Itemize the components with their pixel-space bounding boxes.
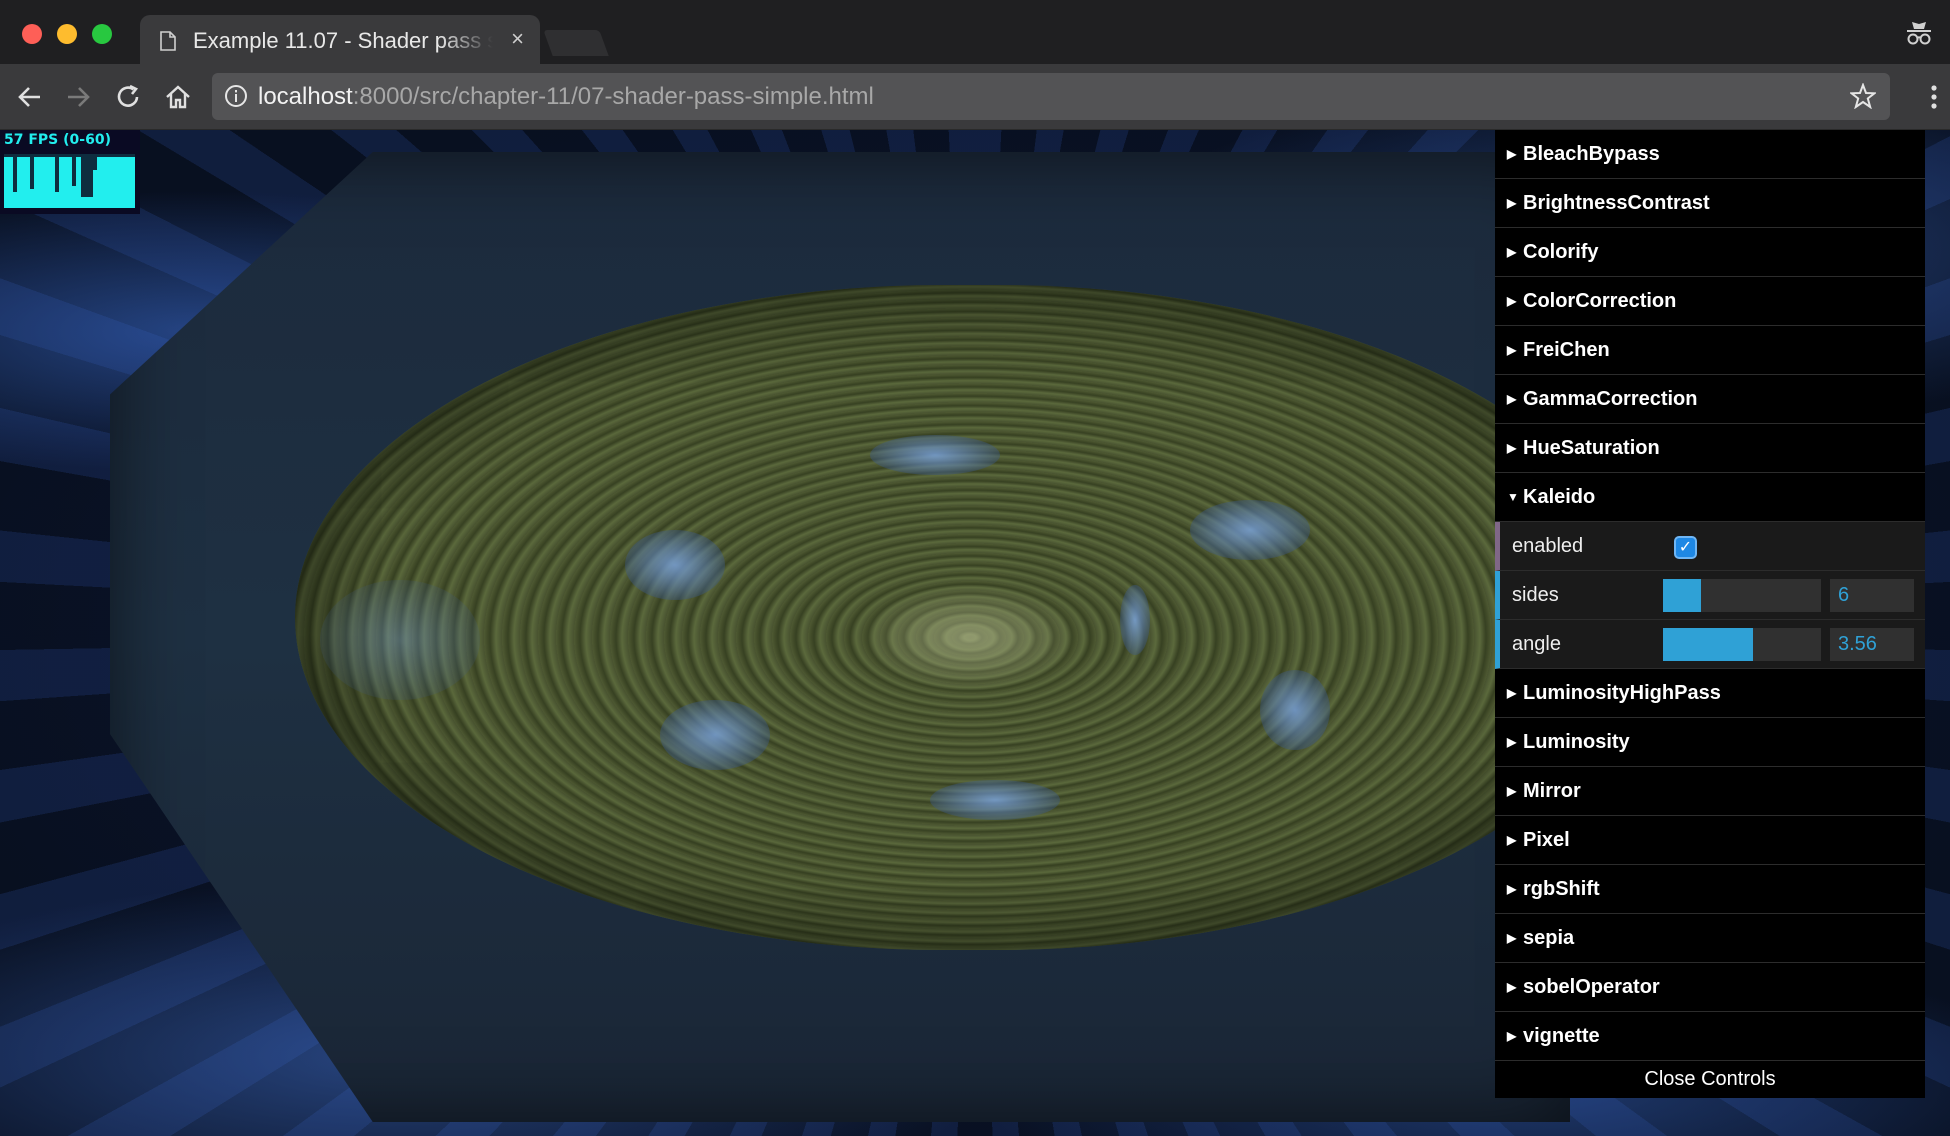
folder-label: FreiChen xyxy=(1523,339,1610,361)
maximize-window-button[interactable] xyxy=(92,24,112,44)
incognito-icon xyxy=(1907,22,1931,45)
caret-down-icon: ▼ xyxy=(1507,490,1519,504)
caret-right-icon: ▶ xyxy=(1507,735,1517,749)
folder-gammacorrection[interactable]: ▶ GammaCorrection xyxy=(1495,375,1925,424)
caret-right-icon: ▶ xyxy=(1507,294,1517,308)
url-host: localhost xyxy=(258,83,353,110)
url-text: localhost:8000/src/chapter-11/07-shader-… xyxy=(258,84,874,110)
enabled-checkbox[interactable]: ✓ xyxy=(1674,536,1697,559)
angle-input[interactable]: 3.56 xyxy=(1830,628,1914,661)
folder-label: rgbShift xyxy=(1523,878,1600,900)
folder-label: BrightnessContrast xyxy=(1523,192,1710,214)
home-icon[interactable] xyxy=(164,83,192,111)
url-path: :8000/src/chapter-11/07-shader-pass-simp… xyxy=(352,83,874,110)
caret-right-icon: ▶ xyxy=(1507,833,1517,847)
fps-graph xyxy=(4,154,135,208)
reflection-spot xyxy=(1120,585,1150,655)
browser-toolbar: localhost:8000/src/chapter-11/07-shader-… xyxy=(0,64,1950,130)
folder-label: GammaCorrection xyxy=(1523,388,1698,410)
folder-kaleido[interactable]: ▼ Kaleido xyxy=(1495,473,1925,522)
folder-label: vignette xyxy=(1523,1025,1600,1047)
angle-label: angle xyxy=(1512,633,1561,655)
caret-right-icon: ▶ xyxy=(1507,784,1517,798)
folder-label: ColorCorrection xyxy=(1523,290,1677,312)
folder-rgbshift[interactable]: ▶ rgbShift xyxy=(1495,865,1925,914)
reflection-spot xyxy=(660,700,770,770)
folder-label: LuminosityHighPass xyxy=(1523,682,1721,704)
folder-label: sepia xyxy=(1523,927,1575,949)
tab-title: Example 11.07 - Shader pass simple xyxy=(193,29,493,53)
kaleidoscope-texture xyxy=(295,285,1645,950)
kaleido-enabled-row: enabled ✓ xyxy=(1495,522,1925,571)
folder-label: Luminosity xyxy=(1523,731,1630,753)
folder-label: Mirror xyxy=(1523,780,1581,802)
caret-right-icon: ▶ xyxy=(1507,980,1517,994)
address-bar[interactable]: localhost:8000/src/chapter-11/07-shader-… xyxy=(212,73,1890,120)
folder-label: HueSaturation xyxy=(1523,437,1660,459)
folder-sobeloperator[interactable]: ▶ sobelOperator xyxy=(1495,963,1925,1012)
folder-label: Colorify xyxy=(1523,241,1599,263)
document-icon xyxy=(160,31,176,51)
tab-close-icon[interactable]: × xyxy=(511,27,524,51)
folder-freichen[interactable]: ▶ FreiChen xyxy=(1495,326,1925,375)
sides-input[interactable]: 6 xyxy=(1830,579,1914,612)
folder-label: sobelOperator xyxy=(1523,976,1660,998)
forward-arrow-icon[interactable] xyxy=(64,83,92,111)
bookmark-star-icon[interactable] xyxy=(1850,83,1876,109)
folder-pixel[interactable]: ▶ Pixel xyxy=(1495,816,1925,865)
sides-slider-fill xyxy=(1663,579,1701,612)
reflection-spot xyxy=(930,780,1060,820)
folder-colorify[interactable]: ▶ Colorify xyxy=(1495,228,1925,277)
fps-bar xyxy=(130,156,135,208)
folder-bleachbypass[interactable]: ▶ BleachBypass xyxy=(1495,130,1925,179)
close-window-button[interactable] xyxy=(22,24,42,44)
info-icon[interactable] xyxy=(224,84,248,108)
folder-mirror[interactable]: ▶ Mirror xyxy=(1495,767,1925,816)
controls-panel: ▶ BleachBypass ▶ BrightnessContrast ▶ Colorif… xyxy=(1495,130,1925,1098)
caret-right-icon: ▶ xyxy=(1507,392,1517,406)
caret-right-icon: ▶ xyxy=(1507,1029,1517,1043)
caret-right-icon: ▶ xyxy=(1507,882,1517,896)
sides-label: sides xyxy=(1512,584,1559,606)
menu-dots-icon[interactable] xyxy=(1930,84,1938,110)
angle-slider-fill xyxy=(1663,628,1754,661)
sides-slider[interactable] xyxy=(1663,579,1821,612)
kaleido-sides-row: sides 6 xyxy=(1495,571,1925,620)
reflection-spot xyxy=(1190,500,1310,560)
browser-tab[interactable]: Example 11.07 - Shader pass simple × xyxy=(140,15,540,64)
caret-right-icon: ▶ xyxy=(1507,931,1517,945)
folder-colorcorrection[interactable]: ▶ ColorCorrection xyxy=(1495,277,1925,326)
fps-counter: 57 FPS (0-60) xyxy=(4,132,111,148)
folder-label: BleachBypass xyxy=(1523,143,1660,165)
reflection-spot xyxy=(320,580,480,700)
caret-right-icon: ▶ xyxy=(1507,196,1517,210)
caret-right-icon: ▶ xyxy=(1507,686,1517,700)
kaleido-angle-row: angle 3.56 xyxy=(1495,620,1925,669)
folder-huesaturation[interactable]: ▶ HueSaturation xyxy=(1495,424,1925,473)
folder-sepia[interactable]: ▶ sepia xyxy=(1495,914,1925,963)
angle-slider[interactable] xyxy=(1663,628,1821,661)
caret-right-icon: ▶ xyxy=(1507,343,1517,357)
folder-luminosity[interactable]: ▶ Luminosity xyxy=(1495,718,1925,767)
folder-luminosityhighpass[interactable]: ▶ LuminosityHighPass xyxy=(1495,669,1925,718)
caret-right-icon: ▶ xyxy=(1507,441,1517,455)
reflection-spot xyxy=(1260,670,1330,750)
reload-icon[interactable] xyxy=(114,83,142,111)
reflection-spot xyxy=(625,530,725,600)
minimize-window-button[interactable] xyxy=(57,24,77,44)
reflection-spot xyxy=(870,435,1000,475)
fps-stats-panel[interactable]: 57 FPS (0-60) xyxy=(0,130,140,214)
browser-titlebar: Example 11.07 - Shader pass simple × xyxy=(0,0,1950,64)
folder-vignette[interactable]: ▶ vignette xyxy=(1495,1012,1925,1061)
folder-label: Pixel xyxy=(1523,829,1570,851)
back-arrow-icon[interactable] xyxy=(16,83,44,111)
folder-brightnesscontrast[interactable]: ▶ BrightnessContrast xyxy=(1495,179,1925,228)
new-tab-button[interactable] xyxy=(543,30,609,56)
close-controls-button[interactable]: Close Controls xyxy=(1495,1061,1925,1097)
caret-right-icon: ▶ xyxy=(1507,147,1517,161)
enabled-label: enabled xyxy=(1512,535,1584,557)
folder-label: Kaleido xyxy=(1523,486,1596,508)
caret-right-icon: ▶ xyxy=(1507,245,1517,259)
